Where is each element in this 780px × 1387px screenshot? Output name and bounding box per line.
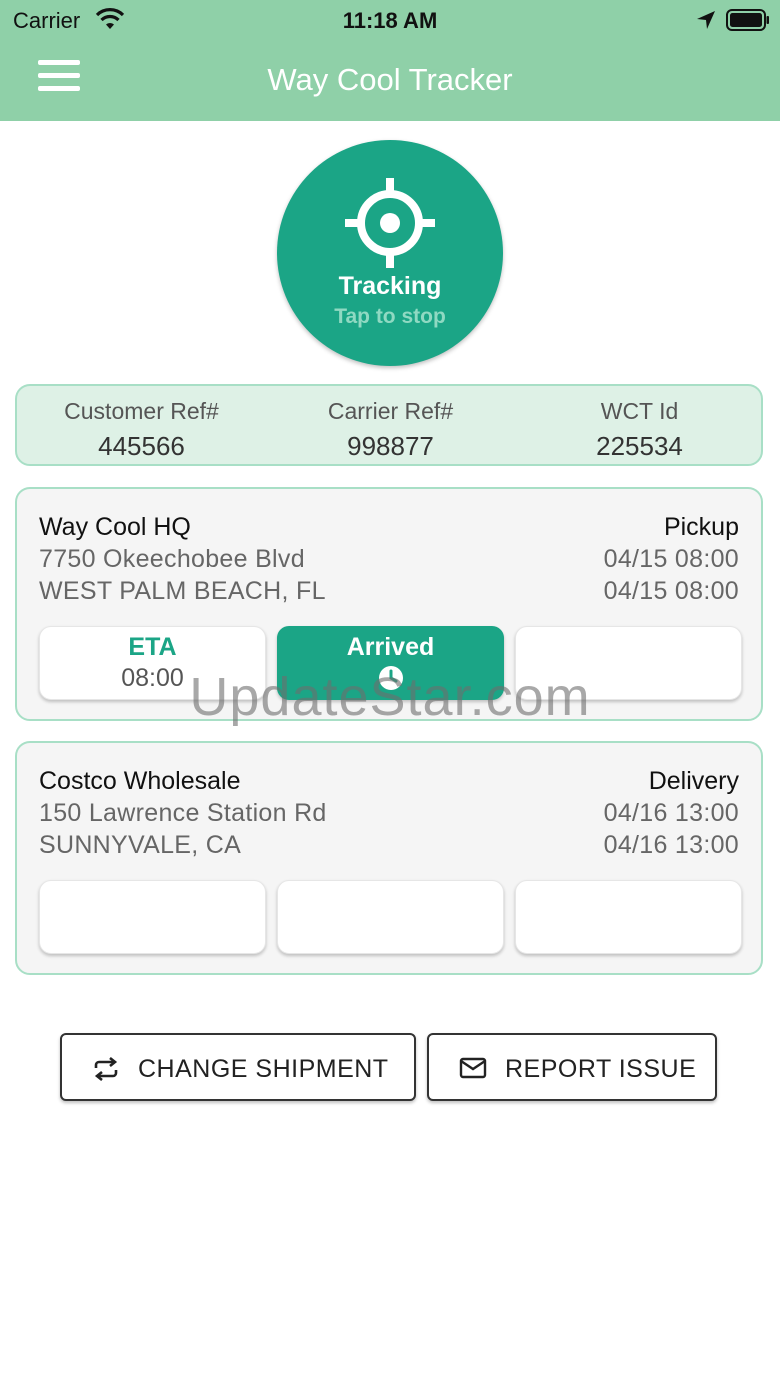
battery-icon (726, 9, 769, 31)
report-issue-button[interactable]: REPORT ISSUE (427, 1033, 717, 1101)
stop-date-2: 04/15 08:00 (603, 577, 739, 605)
arrived-label: Arrived (346, 633, 435, 661)
envelope-icon (459, 1057, 487, 1079)
stop-action-tile-2[interactable] (277, 880, 504, 954)
swap-arrows-icon (94, 1057, 118, 1081)
stop-address-line1: 150 Lawrence Station Rd (39, 799, 327, 827)
wct-id-label: WCT Id (600, 398, 679, 424)
watermark: UpdateStar.com (189, 667, 591, 727)
stop-name: Way Cool HQ (39, 513, 191, 541)
stop-address-line2: SUNNYVALE, CA (39, 831, 242, 859)
stop-action-tile-3[interactable] (515, 880, 742, 954)
stop-type: Delivery (648, 767, 739, 795)
stop-date-1: 04/15 08:00 (603, 545, 739, 573)
reference-panel: Customer Ref# 445566 Carrier Ref# 998877… (15, 384, 763, 466)
status-bar: Carrier 11:18 AM (0, 0, 780, 40)
app-header: Carrier 11:18 AM Way Cool Tracker (0, 0, 780, 121)
crosshair-target-icon (345, 178, 435, 268)
tracking-toggle-button[interactable]: Tracking Tap to stop (277, 140, 503, 366)
carrier-ref-label: Carrier Ref# (327, 398, 454, 424)
change-shipment-label: CHANGE SHIPMENT (138, 1055, 389, 1083)
location-arrow-icon (697, 11, 715, 29)
customer-ref-label: Customer Ref# (64, 398, 219, 424)
eta-label: ETA (128, 633, 177, 661)
stop-type: Pickup (663, 513, 739, 541)
tracking-subtitle: Tap to stop (334, 305, 446, 328)
customer-ref: Customer Ref# 445566 (17, 386, 266, 462)
stop-action-tile-1[interactable] (39, 880, 266, 954)
customer-ref-value: 445566 (98, 431, 185, 461)
carrier-ref-value: 998877 (347, 431, 434, 461)
delivery-stop-card[interactable]: Costco Wholesale Delivery 150 Lawrence S… (15, 741, 763, 975)
stop-date-2: 04/16 13:00 (603, 831, 739, 859)
report-issue-label: REPORT ISSUE (505, 1055, 697, 1083)
carrier-ref: Carrier Ref# 998877 (266, 386, 515, 462)
stop-address-line1: 7750 Okeechobee Blvd (39, 545, 305, 573)
tracking-label: Tracking (338, 272, 442, 300)
stop-date-1: 04/16 13:00 (603, 799, 739, 827)
wct-id-value: 225534 (596, 431, 683, 461)
stop-address-line2: WEST PALM BEACH, FL (39, 577, 326, 605)
status-time: 11:18 AM (342, 8, 438, 33)
wct-id: WCT Id 225534 (515, 386, 764, 462)
stop-name: Costco Wholesale (39, 767, 241, 795)
app-title: Way Cool Tracker (267, 62, 513, 97)
change-shipment-button[interactable]: CHANGE SHIPMENT (60, 1033, 416, 1101)
